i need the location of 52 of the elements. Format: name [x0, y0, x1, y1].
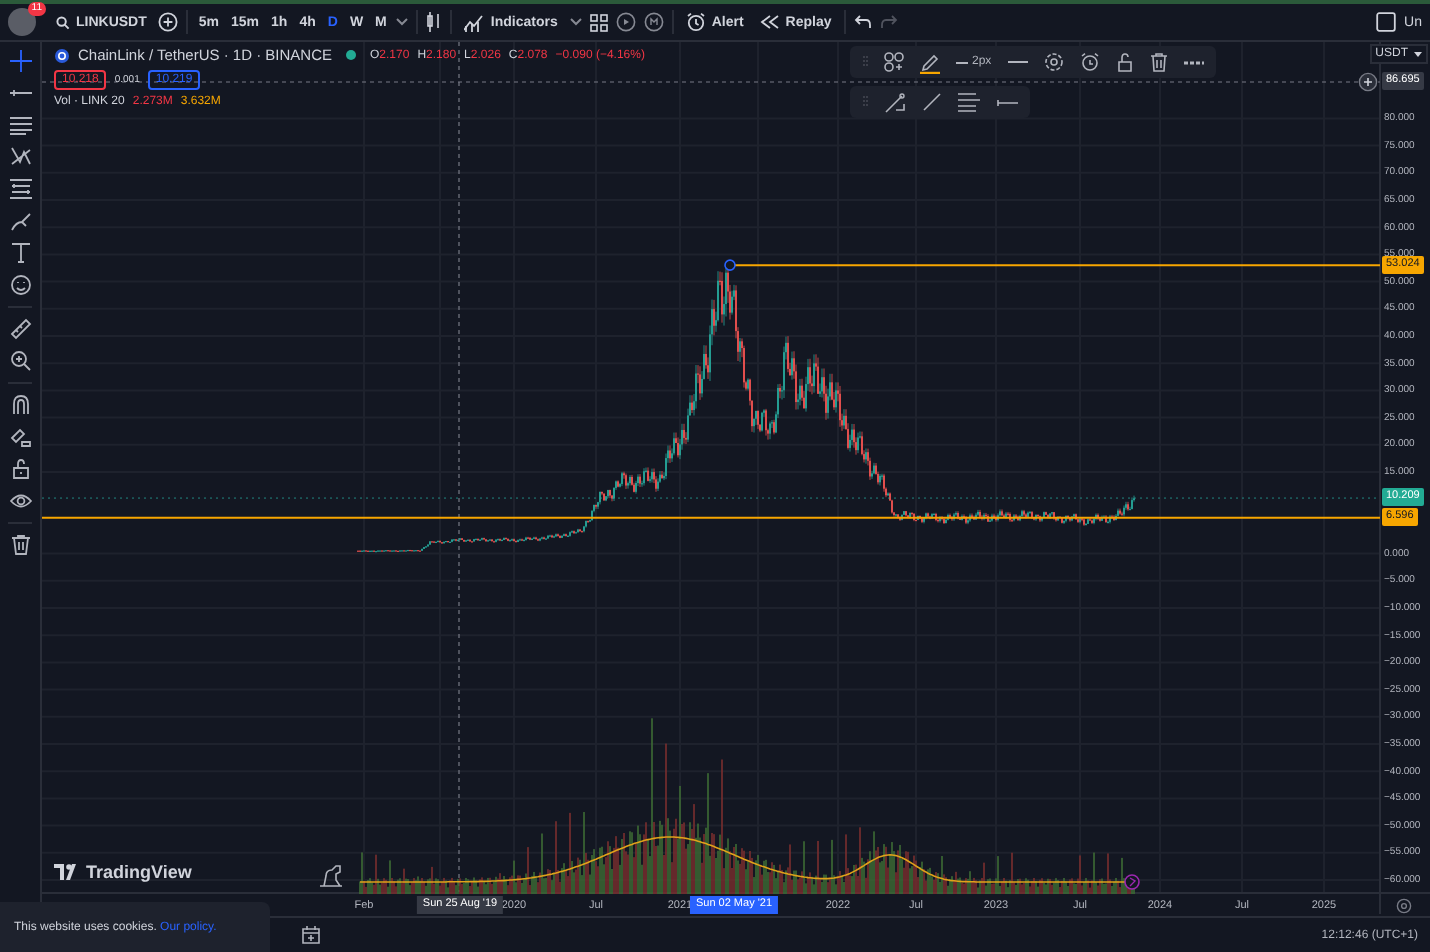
settings-icon[interactable] — [1396, 898, 1412, 914]
lines-icon[interactable] — [958, 92, 980, 112]
more-icon[interactable] — [1183, 59, 1204, 65]
circle-icon[interactable] — [643, 12, 664, 32]
pattern-icon[interactable] — [9, 146, 31, 168]
caret-icon — [1414, 51, 1422, 57]
crosshair-icon[interactable] — [9, 50, 31, 72]
pencil-lock-icon[interactable] — [9, 426, 31, 448]
market-status-dot — [346, 50, 356, 60]
dinosaur-icon[interactable] — [318, 864, 346, 888]
ruler-lines-icon[interactable] — [9, 178, 31, 200]
ruler-icon[interactable] — [9, 318, 31, 340]
coin-icon — [54, 47, 70, 63]
ray-icon[interactable] — [996, 97, 1018, 107]
trash-icon[interactable] — [9, 534, 31, 556]
horizontal-line[interactable] — [42, 516, 1381, 519]
settings-icon[interactable] — [1043, 52, 1064, 72]
caret-icon[interactable] — [569, 18, 582, 26]
lock-icon[interactable] — [9, 458, 31, 480]
square-icon[interactable] — [1376, 12, 1397, 32]
pencil-icon[interactable] — [920, 51, 940, 73]
text-icon[interactable] — [9, 242, 31, 264]
circle-icon[interactable] — [615, 12, 636, 32]
alarm-clock-icon — [685, 12, 706, 32]
candles-icon[interactable] — [426, 12, 443, 32]
event-marker-icon[interactable] — [1124, 874, 1140, 890]
logo-text: TradingView — [86, 862, 192, 882]
caret-icon[interactable] — [396, 18, 409, 26]
layout-grid-icon[interactable] — [589, 13, 608, 31]
logo-icon — [54, 864, 80, 880]
smiley-icon[interactable] — [9, 274, 31, 296]
chart-icon — [464, 13, 485, 31]
magnet-icon[interactable] — [9, 394, 31, 416]
brush-icon[interactable] — [9, 210, 31, 232]
zoom-in-icon[interactable] — [9, 350, 31, 372]
line-style-icon[interactable] — [1007, 58, 1028, 66]
eye-icon[interactable] — [9, 490, 31, 512]
search-icon — [56, 15, 70, 29]
rewind-icon — [759, 14, 780, 30]
line-handle-icon[interactable] — [724, 259, 736, 271]
add-icon[interactable] — [1358, 71, 1378, 92]
trash-icon[interactable] — [1149, 52, 1168, 72]
avatar[interactable] — [8, 8, 36, 36]
alarm-clock-icon[interactable] — [1079, 52, 1100, 72]
templates-icon[interactable] — [884, 52, 904, 72]
add-symbol-icon[interactable] — [158, 12, 179, 32]
unlock-icon[interactable] — [1115, 52, 1134, 72]
trend-line-icon[interactable] — [922, 92, 942, 112]
calendar-icon[interactable] — [302, 926, 320, 944]
line-shape-icon[interactable] — [884, 91, 906, 113]
lines-icon[interactable] — [9, 114, 31, 136]
undo-icon[interactable] — [853, 14, 872, 30]
